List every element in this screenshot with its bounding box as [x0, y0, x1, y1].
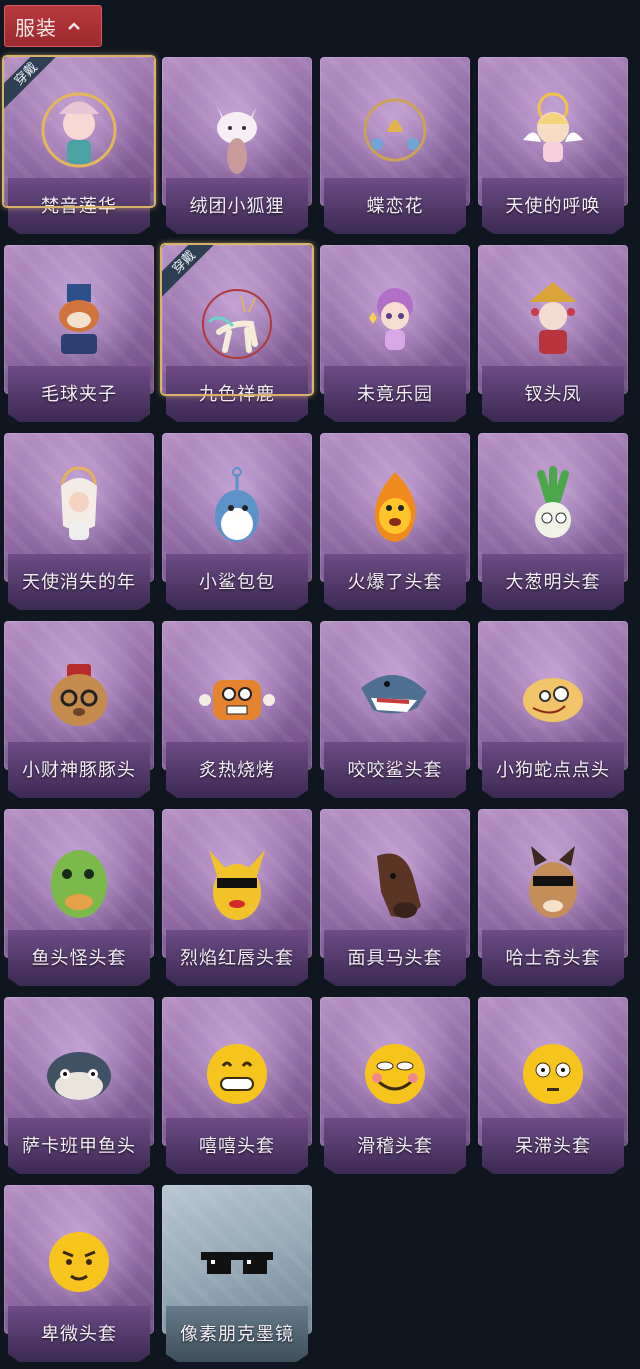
costume-thumbnail-icon: [215, 466, 259, 542]
costume-thumbnail-icon: [523, 677, 583, 722]
costume-name: 天使消失的年: [22, 572, 136, 592]
costume-name: 咬咬鲨头套: [347, 760, 443, 780]
costume-name: 烈焰红唇头套: [180, 948, 294, 968]
costume-item[interactable]: 钗头凤: [478, 245, 628, 422]
costume-name: 像素朋克墨镜: [180, 1324, 294, 1344]
costume-name: 大葱明头套: [505, 572, 601, 592]
costume-thumbnail-icon: [217, 105, 257, 174]
costume-name: 哈士奇头套: [505, 948, 601, 968]
costume-name: 梵音莲华: [41, 196, 117, 216]
costume-item[interactable]: 烈焰红唇头套: [162, 809, 312, 986]
costume-item[interactable]: 蝶恋花: [320, 57, 470, 234]
costume-thumbnail-icon: [369, 287, 413, 350]
costume-thumbnail-icon: [523, 92, 583, 162]
costume-name: 未竟乐园: [357, 384, 433, 404]
costume-name: 九色祥鹿: [199, 384, 275, 404]
costume-section-toggle[interactable]: 服装: [4, 5, 102, 47]
costume-item[interactable]: 炙热烧烤: [162, 621, 312, 798]
costume-item[interactable]: 萨卡班甲鱼头: [4, 997, 154, 1174]
equipped-badge-label: 穿戴: [4, 57, 56, 109]
costume-item[interactable]: 鱼头怪头套: [4, 809, 154, 986]
costume-name: 炙热烧烤: [199, 760, 275, 780]
costume-name: 毛球夹子: [41, 384, 117, 404]
costume-item[interactable]: 像素朋克墨镜: [162, 1185, 312, 1362]
costume-thumbnail-icon: [535, 465, 571, 538]
costume-item[interactable]: 咬咬鲨头套: [320, 621, 470, 798]
costume-item[interactable]: 毛球夹子: [4, 245, 154, 422]
costume-thumbnail-icon: [207, 1043, 267, 1104]
costume-name: 绒团小狐狸: [189, 196, 285, 216]
costume-thumbnail-icon: [529, 845, 577, 918]
costume-name: 钗头凤: [524, 384, 582, 404]
costume-item[interactable]: 小财神豚豚头: [4, 621, 154, 798]
costume-thumbnail-icon: [199, 679, 275, 720]
costume-thumbnail-icon: [363, 98, 427, 161]
costume-thumbnail-icon: [361, 674, 427, 714]
costume-item[interactable]: 滑稽头套: [320, 997, 470, 1174]
costume-name: 小财神豚豚头: [22, 760, 136, 780]
costume-thumbnail-icon: [377, 853, 421, 918]
costume-item[interactable]: 未竟乐园: [320, 245, 470, 422]
equipped-badge: 穿戴: [4, 57, 56, 109]
costume-item[interactable]: 九色祥鹿 穿戴: [160, 243, 314, 422]
costume-thumbnail-icon: [374, 471, 416, 542]
costume-name: 小狗蛇点点头: [496, 760, 610, 780]
costume-grid: 梵音莲华 穿戴 绒团小狐狸 蝶恋花 天使的呼唤 毛球夹子 九色祥鹿 穿戴 未竟乐园 钗头凤 天使消失…: [2, 55, 628, 1362]
costume-thumbnail-icon: [61, 466, 97, 540]
costume-item[interactable]: 面具马头套: [320, 809, 470, 986]
costume-thumbnail-icon: [49, 1231, 109, 1292]
costume-name: 蝶恋花: [366, 196, 424, 216]
costume-name: 面具马头套: [347, 948, 443, 968]
costume-thumbnail-icon: [529, 281, 577, 354]
costume-item[interactable]: 呆滞头套: [478, 997, 628, 1174]
costume-item[interactable]: 梵音莲华 穿戴: [2, 55, 156, 234]
costume-name: 小鲨包包: [199, 572, 275, 592]
costume-item[interactable]: 天使的呼唤: [478, 57, 628, 234]
costume-thumbnail-icon: [209, 849, 265, 920]
costume-item[interactable]: 哈士奇头套: [478, 809, 628, 986]
costume-thumbnail-icon: [201, 1251, 273, 1274]
costume-name: 呆滞头套: [515, 1136, 591, 1156]
costume-thumbnail-icon: [51, 663, 107, 726]
costume-thumbnail-icon: [59, 283, 99, 354]
costume-item[interactable]: 小鲨包包: [162, 433, 312, 610]
costume-name: 天使的呼唤: [505, 196, 601, 216]
costume-item[interactable]: 绒团小狐狸: [162, 57, 312, 234]
costume-item[interactable]: 天使消失的年: [4, 433, 154, 610]
costume-name: 鱼头怪头套: [31, 948, 127, 968]
equipped-badge: 穿戴: [162, 245, 214, 297]
chevron-up-icon: [68, 22, 80, 30]
costume-item[interactable]: 小狗蛇点点头: [478, 621, 628, 798]
costume-thumbnail-icon: [523, 1043, 583, 1104]
costume-name: 滑稽头套: [357, 1136, 433, 1156]
costume-name: 萨卡班甲鱼头: [22, 1136, 136, 1156]
costume-thumbnail-icon: [51, 849, 107, 918]
costume-item[interactable]: 火爆了头套: [320, 433, 470, 610]
costume-name: 卑微头套: [41, 1324, 117, 1344]
costume-thumbnail-icon: [47, 1051, 111, 1100]
section-title: 服装: [15, 17, 57, 40]
costume-item[interactable]: 嘻嘻头套: [162, 997, 312, 1174]
costume-name: 嘻嘻头套: [199, 1136, 275, 1156]
costume-item[interactable]: 卑微头套: [4, 1185, 154, 1362]
costume-item[interactable]: 大葱明头套: [478, 433, 628, 610]
costume-name: 火爆了头套: [347, 572, 443, 592]
costume-thumbnail-icon: [365, 1043, 425, 1104]
equipped-badge-label: 穿戴: [162, 245, 214, 297]
